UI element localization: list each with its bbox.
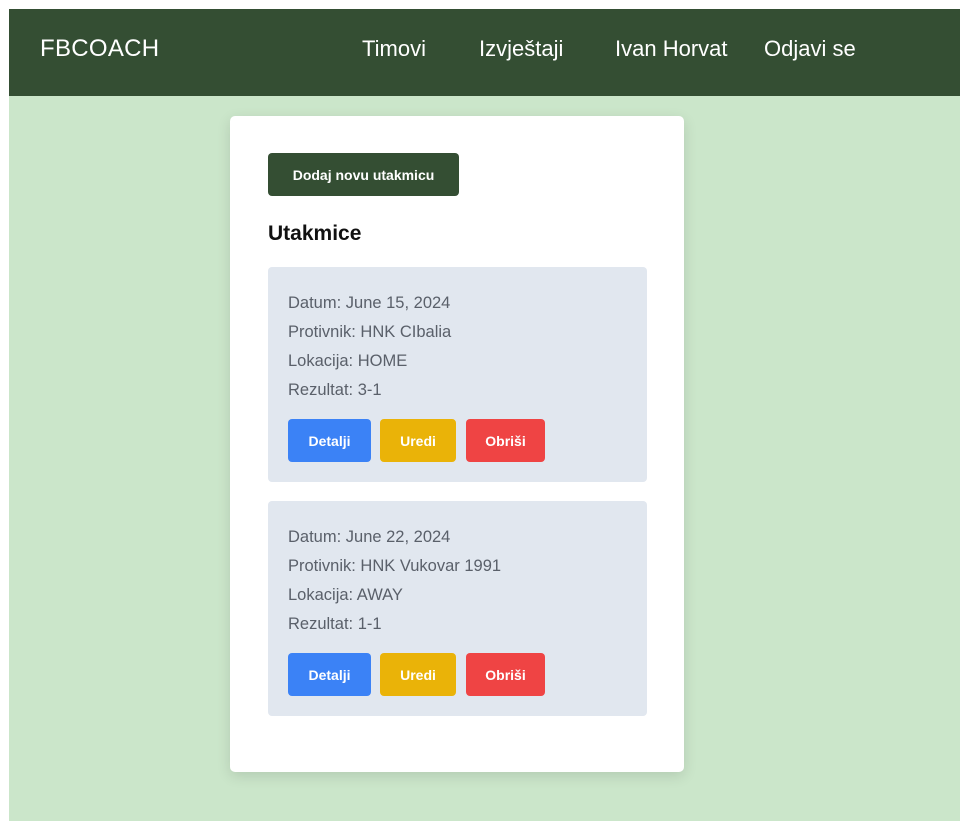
match-location: Lokacija: AWAY	[288, 586, 403, 604]
section-title: Utakmice	[268, 222, 362, 245]
delete-button[interactable]: Obriši	[466, 653, 545, 696]
match-result: Rezultat: 3-1	[288, 381, 382, 399]
app-frame: FBCOACH Timovi Izvještaji Ivan Horvat Od…	[9, 9, 960, 821]
match-result: Rezultat: 1-1	[288, 615, 382, 633]
edit-button[interactable]: Uredi	[380, 653, 456, 696]
edit-button[interactable]: Uredi	[380, 419, 456, 462]
match-info: Datum: June 15, 2024 Protivnik: HNK CIba…	[288, 289, 451, 405]
match-date: Datum: June 22, 2024	[288, 528, 451, 546]
match-info: Datum: June 22, 2024 Protivnik: HNK Vuko…	[288, 523, 501, 639]
matches-card: Dodaj novu utakmicu Utakmice Datum: June…	[230, 116, 684, 772]
match-item: Datum: June 15, 2024 Protivnik: HNK CIba…	[268, 267, 647, 482]
nav-link-user[interactable]: Ivan Horvat	[615, 36, 728, 62]
match-location: Lokacija: HOME	[288, 352, 408, 370]
nav-link-reports[interactable]: Izvještaji	[479, 36, 563, 62]
brand-logo[interactable]: FBCOACH	[40, 35, 159, 63]
navbar: FBCOACH Timovi Izvještaji Ivan Horvat Od…	[9, 9, 960, 96]
match-opponent: Protivnik: HNK Vukovar 1991	[288, 557, 502, 575]
match-item: Datum: June 22, 2024 Protivnik: HNK Vuko…	[268, 501, 647, 716]
details-button[interactable]: Detalji	[288, 419, 371, 462]
match-date: Datum: June 15, 2024	[288, 294, 451, 312]
delete-button[interactable]: Obriši	[466, 419, 545, 462]
nav-link-teams[interactable]: Timovi	[362, 36, 426, 62]
add-match-button[interactable]: Dodaj novu utakmicu	[268, 153, 459, 196]
match-opponent: Protivnik: HNK CIbalia	[288, 323, 452, 341]
details-button[interactable]: Detalji	[288, 653, 371, 696]
nav-link-logout[interactable]: Odjavi se	[764, 36, 856, 62]
